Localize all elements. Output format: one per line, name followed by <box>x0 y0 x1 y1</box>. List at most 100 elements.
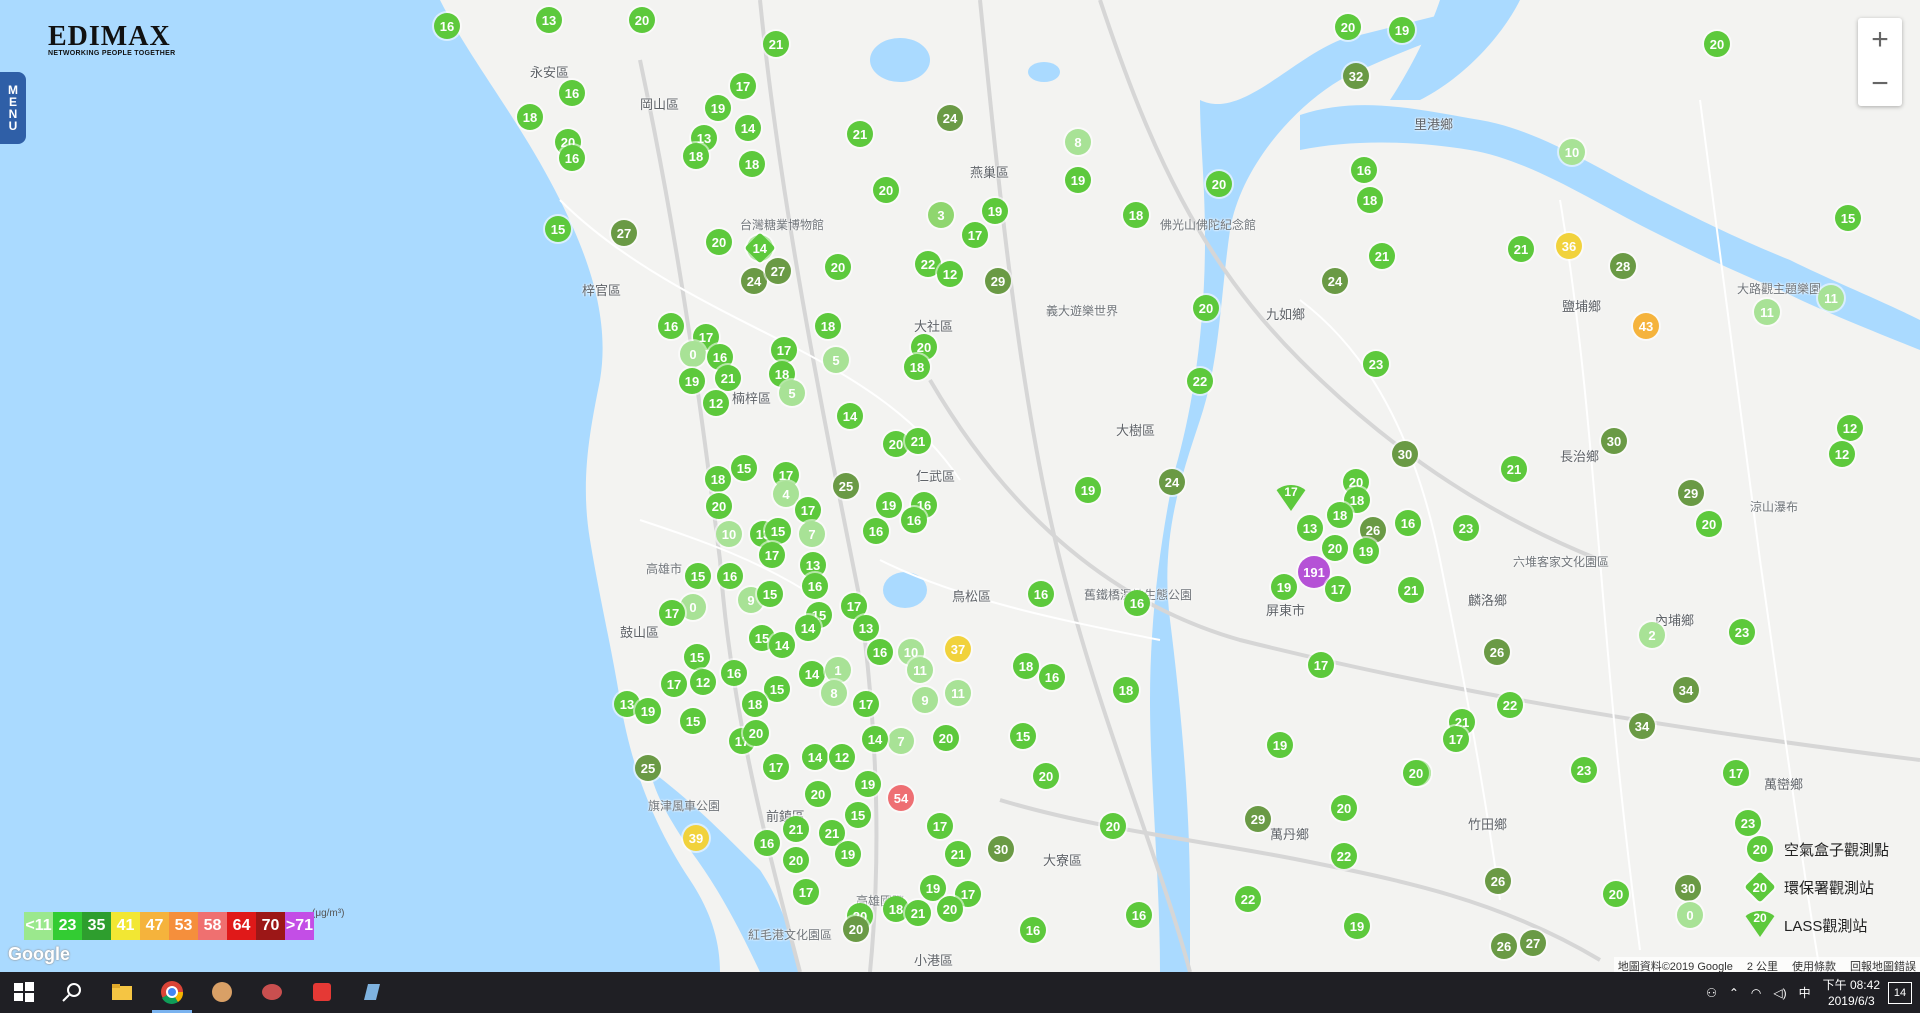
air-quality-marker[interactable]: 17 <box>1325 576 1351 602</box>
air-quality-marker[interactable]: 26 <box>1485 868 1511 894</box>
air-quality-marker[interactable]: 22 <box>1331 843 1357 869</box>
air-quality-marker[interactable]: 21 <box>905 900 931 926</box>
air-quality-marker[interactable]: 15 <box>545 216 571 242</box>
air-quality-marker[interactable]: 15 <box>757 581 783 607</box>
air-quality-marker[interactable]: 29 <box>985 268 1011 294</box>
air-quality-marker[interactable]: 24 <box>1159 469 1185 495</box>
ime-indicator[interactable]: 中 <box>1799 984 1811 1001</box>
air-quality-marker[interactable]: 20 <box>1206 171 1232 197</box>
air-quality-marker[interactable]: 20 <box>706 493 732 519</box>
air-quality-marker[interactable]: 16 <box>658 313 684 339</box>
air-quality-marker[interactable]: 21 <box>763 31 789 57</box>
air-quality-marker[interactable]: 1 <box>825 657 851 683</box>
air-quality-marker[interactable]: 14 <box>837 403 863 429</box>
air-quality-marker[interactable]: 12 <box>1829 441 1855 467</box>
air-quality-marker[interactable]: 32 <box>1343 63 1369 89</box>
air-quality-marker[interactable]: 21 <box>783 816 809 842</box>
air-quality-marker[interactable]: 5 <box>779 380 805 406</box>
air-quality-marker[interactable]: 10 <box>716 521 742 547</box>
air-quality-marker[interactable]: 15 <box>765 518 791 544</box>
air-quality-marker[interactable]: 17 <box>1308 652 1334 678</box>
search-icon[interactable] <box>60 980 84 1004</box>
zoom-in-button[interactable]: + <box>1858 18 1902 62</box>
air-quality-marker[interactable]: 7 <box>888 728 914 754</box>
air-quality-marker[interactable]: 17 <box>795 497 821 523</box>
air-quality-marker[interactable]: 21 <box>945 841 971 867</box>
air-quality-marker[interactable]: 13 <box>853 615 879 641</box>
air-quality-marker[interactable]: 25 <box>635 755 661 781</box>
air-quality-marker[interactable]: 23 <box>1363 351 1389 377</box>
file-explorer-icon[interactable] <box>110 980 134 1004</box>
edimax-logo[interactable]: EDIMAX NETWORKING PEOPLE TOGETHER <box>48 23 175 58</box>
chrome-icon[interactable] <box>160 980 184 1004</box>
air-quality-marker[interactable]: 30 <box>988 836 1014 862</box>
air-quality-marker[interactable]: 16 <box>1039 664 1065 690</box>
air-quality-marker[interactable]: 29 <box>1245 806 1271 832</box>
air-quality-marker[interactable]: 16 <box>901 507 927 533</box>
air-quality-marker[interactable]: 7 <box>799 521 825 547</box>
air-quality-marker[interactable]: 16 <box>754 830 780 856</box>
air-quality-marker[interactable]: 16 <box>721 660 747 686</box>
air-quality-marker[interactable]: 20 <box>825 254 851 280</box>
air-quality-marker[interactable]: 22 <box>1235 886 1261 912</box>
air-quality-marker[interactable]: 19 <box>679 368 705 394</box>
air-quality-marker[interactable]: 18 <box>517 104 543 130</box>
air-quality-marker[interactable]: 23 <box>1571 757 1597 783</box>
air-quality-marker[interactable]: 18 <box>815 313 841 339</box>
air-quality-marker[interactable]: 20 <box>1331 795 1357 821</box>
air-quality-marker[interactable]: 20 <box>1603 881 1629 907</box>
chevron-up-icon[interactable]: ⌃ <box>1729 986 1739 1000</box>
volume-icon[interactable]: ◁) <box>1773 986 1786 1000</box>
air-quality-marker[interactable]: 20 <box>805 781 831 807</box>
air-quality-marker[interactable]: 18 <box>739 151 765 177</box>
air-quality-marker[interactable]: 20 <box>937 896 963 922</box>
air-quality-marker[interactable]: 17 <box>763 754 789 780</box>
air-quality-marker[interactable]: 17 <box>793 879 819 905</box>
air-quality-marker[interactable]: 5 <box>823 347 849 373</box>
air-quality-marker[interactable]: 12 <box>1837 415 1863 441</box>
air-quality-marker[interactable]: 24 <box>937 105 963 131</box>
air-quality-marker[interactable]: 19 <box>1271 574 1297 600</box>
air-quality-marker[interactable]: 17 <box>771 337 797 363</box>
zoom-out-button[interactable]: − <box>1858 62 1902 106</box>
air-quality-marker[interactable]: 20 <box>783 847 809 873</box>
air-quality-marker[interactable]: 21 <box>847 121 873 147</box>
air-quality-marker[interactable]: 23 <box>1729 619 1755 645</box>
air-quality-marker[interactable]: 16 <box>802 573 828 599</box>
air-quality-marker[interactable]: 26 <box>1491 933 1517 959</box>
air-quality-marker[interactable]: 17 <box>853 691 879 717</box>
air-quality-marker[interactable]: 30 <box>1392 441 1418 467</box>
air-quality-marker[interactable]: 21 <box>1369 243 1395 269</box>
air-quality-marker[interactable]: 14 <box>795 615 821 641</box>
air-quality-marker[interactable]: 12 <box>703 390 729 416</box>
air-quality-marker[interactable]: 16 <box>1351 157 1377 183</box>
air-quality-marker[interactable]: 16 <box>1020 917 1046 943</box>
air-quality-marker[interactable]: 11 <box>907 657 933 683</box>
app-icon[interactable] <box>260 980 284 1004</box>
air-quality-marker[interactable]: 16 <box>434 13 460 39</box>
report-error-link[interactable]: 回報地圖錯誤 <box>1850 958 1916 972</box>
air-quality-marker[interactable]: 54 <box>888 785 914 811</box>
air-quality-marker[interactable]: 16 <box>559 145 585 171</box>
air-quality-marker[interactable]: 15 <box>1010 723 1036 749</box>
air-quality-marker[interactable]: 16 <box>867 639 893 665</box>
air-quality-marker[interactable]: 20 <box>706 229 732 255</box>
terms-link[interactable]: 使用條款 <box>1792 958 1836 972</box>
air-quality-marker[interactable]: 11 <box>1754 299 1780 325</box>
air-quality-marker[interactable]: 24 <box>741 268 767 294</box>
air-quality-marker[interactable]: 22 <box>1497 692 1523 718</box>
air-quality-marker[interactable]: 18 <box>683 143 709 169</box>
air-quality-marker[interactable]: 14 <box>769 632 795 658</box>
air-quality-marker[interactable]: 18 <box>705 466 731 492</box>
air-quality-marker[interactable]: 10 <box>1559 139 1585 165</box>
air-quality-marker[interactable]: 12 <box>690 669 716 695</box>
air-quality-marker[interactable]: 18 <box>1357 187 1383 213</box>
air-quality-marker[interactable]: 19 <box>1267 732 1293 758</box>
air-quality-marker[interactable]: 20 <box>873 177 899 203</box>
air-quality-marker[interactable]: 18 <box>1327 502 1353 528</box>
air-quality-marker[interactable]: 14 <box>799 661 825 687</box>
air-quality-marker[interactable]: 19 <box>876 492 902 518</box>
air-quality-marker[interactable]: 17 <box>659 600 685 626</box>
air-quality-marker[interactable]: 39 <box>683 825 709 851</box>
air-quality-marker[interactable]: 16 <box>717 563 743 589</box>
